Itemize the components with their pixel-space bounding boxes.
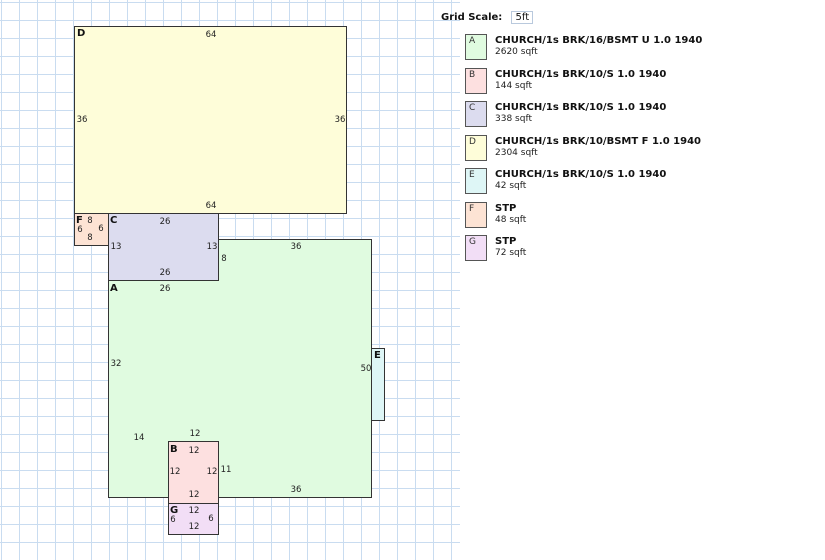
area-d[interactable]: D [74,26,347,214]
dim-label: 36 [76,114,88,125]
area-a-id: A [110,283,118,294]
dim-label: 6 [208,513,214,524]
legend-swatch: F [465,201,487,228]
dim-label: 8 [221,253,227,264]
dim-label: 12 [188,489,200,500]
legend-item-title: CHURCH/1s BRK/10/S 1.0 1940 [495,102,667,113]
legend-item-title: CHURCH/1s BRK/10/S 1.0 1940 [495,169,667,180]
legend-item-area: 72 sqft [495,248,527,258]
area-d-id: D [77,28,86,39]
legend-item-title: CHURCH/1s BRK/16/BSMT U 1.0 1940 [495,35,703,46]
dim-label: 36 [290,241,302,252]
dim-label: 8 [87,215,93,226]
dim-label: 26 [159,267,171,278]
area-e[interactable]: E [371,348,385,421]
dim-label: 13 [206,241,218,252]
dim-label: 32 [110,358,122,369]
legend-item-area: 144 sqft [495,80,532,91]
legend-swatch: E [465,168,487,194]
dim-label: 12 [188,505,200,516]
grid-scale: Grid Scale: 5ft [441,11,534,24]
legend-item-area: 338 sqft [495,114,532,124]
dim-label: 26 [159,283,171,294]
dim-label: 6 [98,223,104,234]
dim-label: 8 [87,232,93,243]
dim-label: 6 [77,224,83,235]
area-c-id: C [110,215,118,226]
grid-scale-input[interactable]: 5ft [511,11,534,24]
legend-item-area: 2304 sqft [495,147,538,158]
dim-label: 36 [334,114,346,125]
dim-label: 13 [110,241,122,252]
dim-label: 12 [189,428,201,439]
dim-label: 12 [188,445,200,456]
dim-label: 26 [159,216,171,227]
legend-swatch: D [465,134,487,161]
legend-item-title: CHURCH/1s BRK/10/S 1.0 1940 [495,68,667,80]
dim-label: 12 [169,466,181,477]
grid-scale-label: Grid Scale: [441,12,503,23]
legend-item-title: CHURCH/1s BRK/10/BSMT F 1.0 1940 [495,135,701,147]
sketch-grid[interactable]: D 64 36 36 64 F 8 6 6 8 A C 26 13 13 26 … [0,0,460,560]
legend-item-title: STP [495,236,517,247]
legend-swatch: C [465,101,487,127]
legend-swatch: B [465,67,487,94]
legend-swatch: A [465,34,487,60]
dim-label: 6 [170,514,176,525]
dim-label: 64 [205,200,217,211]
dim-label: 14 [133,432,145,443]
dim-label: 12 [206,466,218,477]
legend-item-area: 42 sqft [495,181,527,191]
dim-label: 36 [290,484,302,495]
legend-item-title: STP [495,202,517,214]
dim-label: 12 [188,521,200,532]
dim-label: 64 [205,29,217,40]
legend-item-area: 2620 sqft [495,47,538,57]
legend-swatch: G [465,235,487,261]
area-b-id: B [170,444,178,455]
dim-label: 50 [360,363,372,374]
dim-label: 11 [220,464,232,475]
legend-item-area: 48 sqft [495,214,527,225]
area-e-id: E [374,350,381,361]
